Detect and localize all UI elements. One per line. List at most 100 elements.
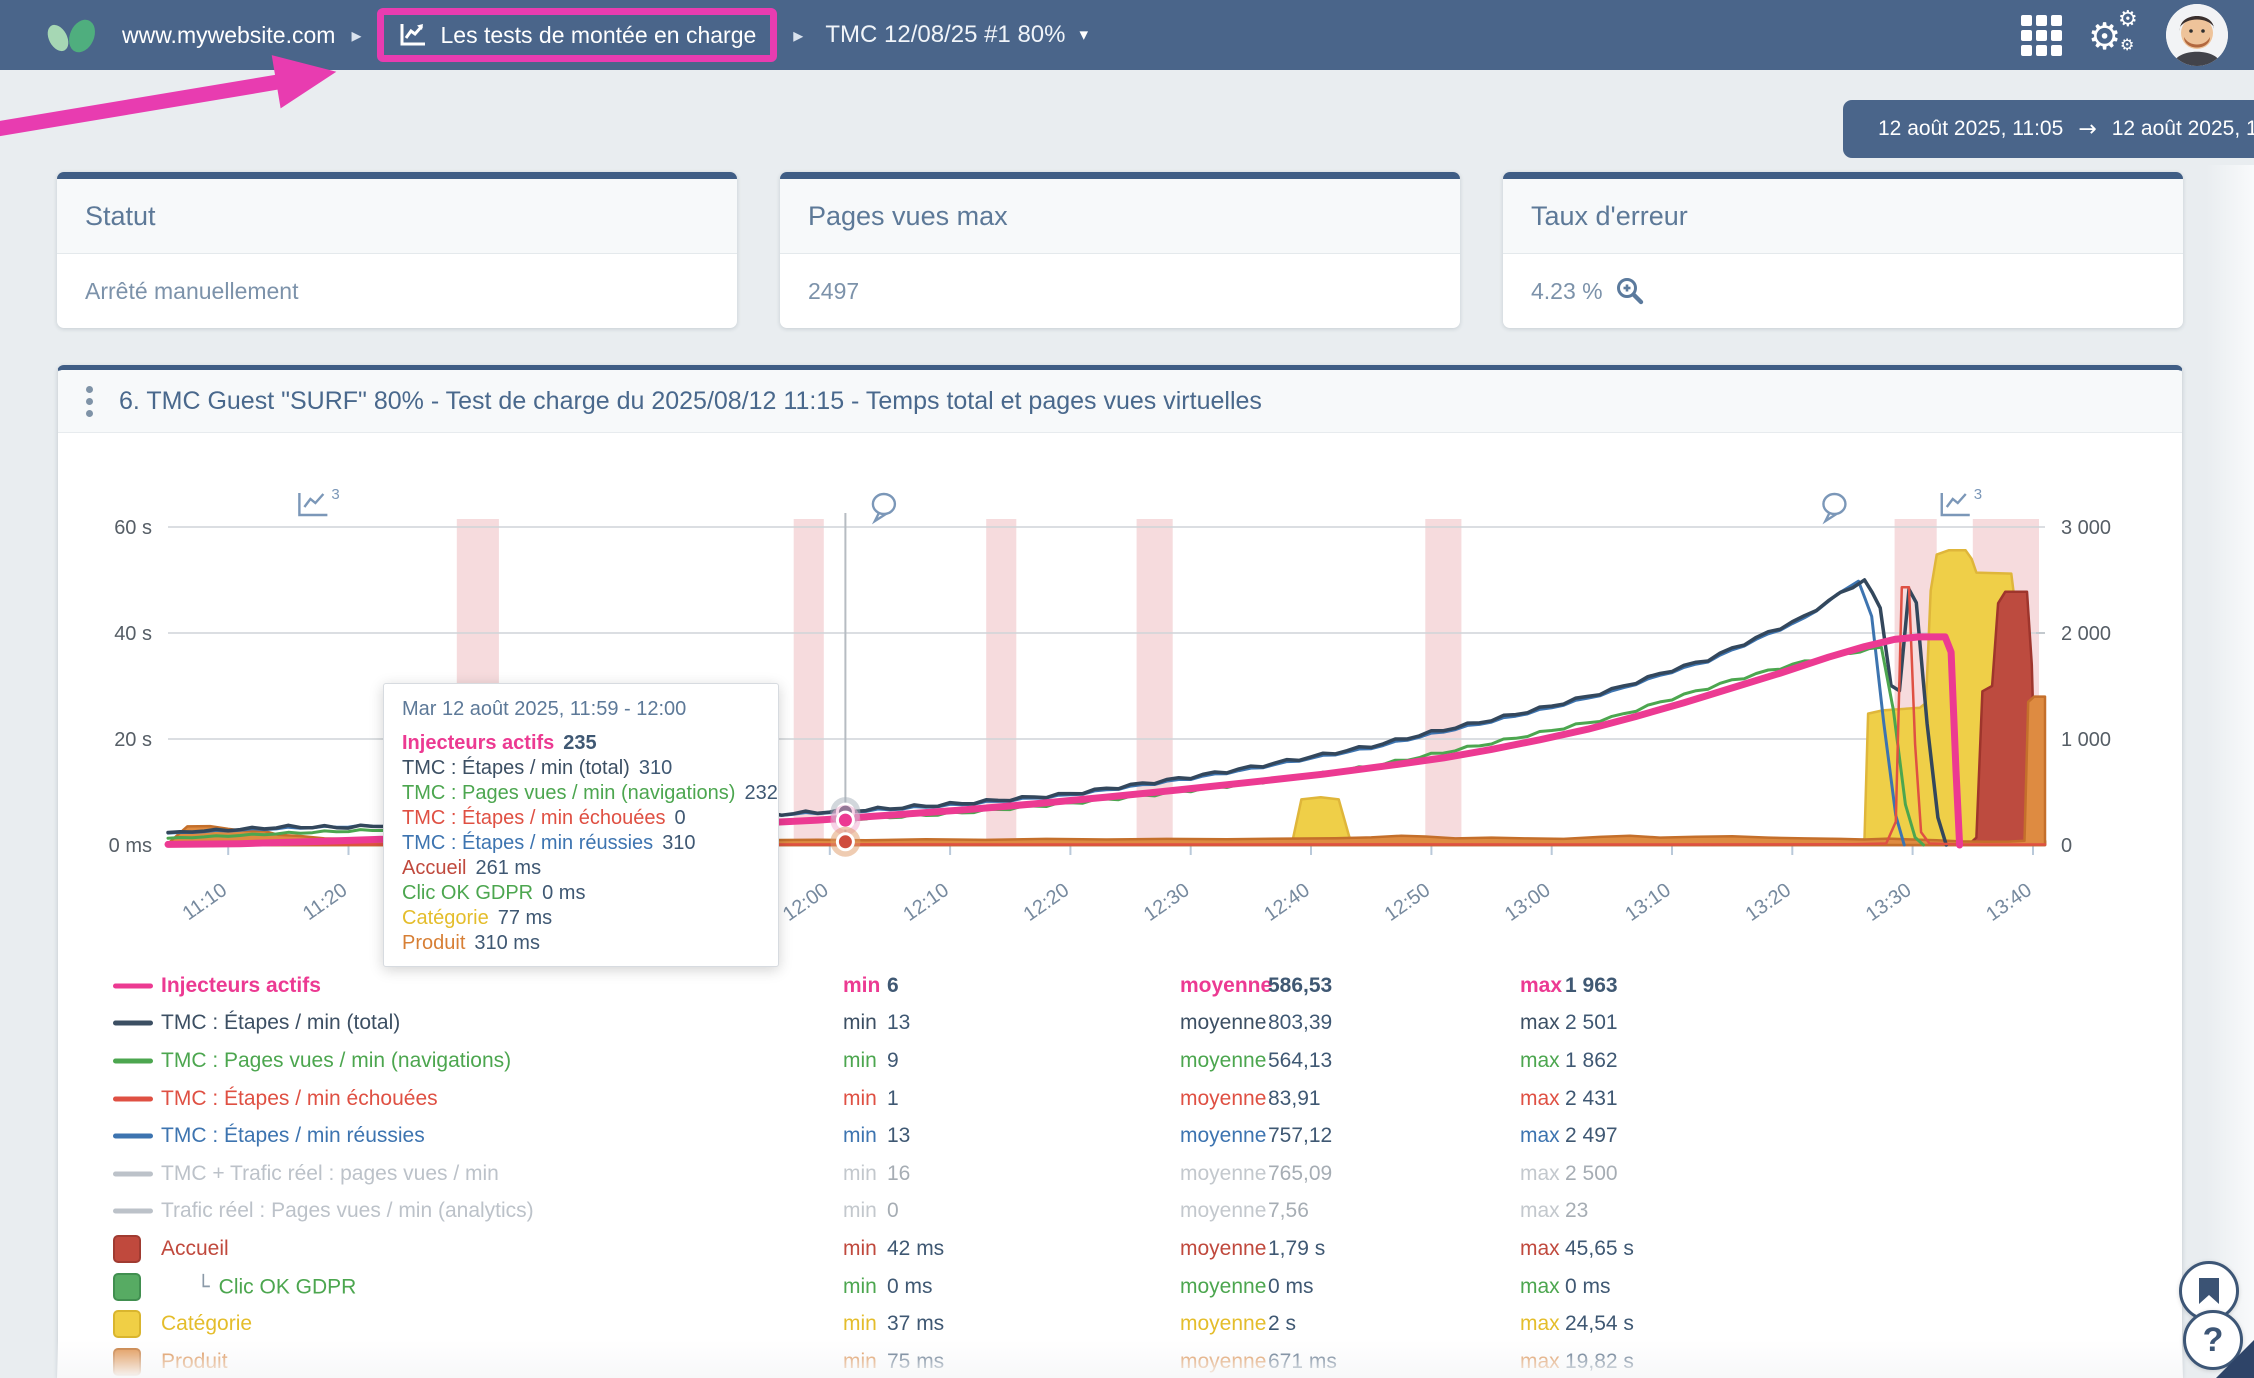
svg-text:13:10: 13:10 xyxy=(1621,879,1675,926)
legend-row[interactable]: Produitmin75 msmoyenne671 msmax19,82 s xyxy=(58,1343,2182,1378)
legend-stat-moyenne: moyenne803,39 xyxy=(1180,1011,1266,1035)
card-header: Taux d'erreur xyxy=(1503,179,2183,254)
tooltip-series-name: TMC : Étapes / min réussies xyxy=(402,832,653,854)
nav-item-label: Les tests de montée en charge xyxy=(440,22,756,49)
legend-row[interactable]: TMC + Trafic réel : pages vues / minmin1… xyxy=(58,1155,2182,1193)
legend-stat-min: min1 xyxy=(843,1087,877,1111)
test-selector-label: TMC 12/08/25 #1 80% xyxy=(825,21,1065,49)
tooltip-series-value: 261 ms xyxy=(475,857,541,879)
brand-logo-icon[interactable] xyxy=(42,10,112,60)
kebab-menu-icon[interactable] xyxy=(80,380,99,423)
legend-swatch-box xyxy=(113,1348,141,1376)
arrow-right-icon: → xyxy=(2078,117,2096,142)
tooltip-series-value: 310 xyxy=(662,832,695,854)
date-range-picker[interactable]: 12 août 2025, 11:05 → 12 août 2025, 13:4… xyxy=(1843,100,2254,158)
svg-text:12:40: 12:40 xyxy=(1260,879,1314,926)
tooltip-series-name: TMC : Pages vues / min (navigations) xyxy=(402,782,735,804)
legend-stat-moyenne: moyenne0 ms xyxy=(1180,1275,1266,1299)
card-body: 2497 xyxy=(780,254,1460,328)
zoom-in-icon[interactable] xyxy=(1615,276,1645,306)
chevron-down-icon: ▾ xyxy=(1079,25,1088,45)
settings-gears-icon[interactable]: ⚙⚙⚙ xyxy=(2088,9,2140,61)
tooltip-series-name: Injecteurs actifs xyxy=(402,732,554,754)
legend-stat-min: min13 xyxy=(843,1011,877,1035)
card-header: Statut xyxy=(57,179,737,254)
svg-text:20 s: 20 s xyxy=(114,729,152,751)
svg-text:1 000: 1 000 xyxy=(2061,729,2111,751)
card-body: Arrêté manuellement xyxy=(57,254,737,328)
legend-label: Catégorie xyxy=(161,1312,252,1336)
legend-stat-moyenne: moyenne765,09 xyxy=(1180,1162,1266,1186)
legend-stat-max: max1 862 xyxy=(1520,1049,1560,1073)
legend-row[interactable]: TMC : Pages vues / min (navigations) min9… xyxy=(58,1042,2182,1080)
legend-stat-min: min37 ms xyxy=(843,1312,877,1336)
user-avatar[interactable] xyxy=(2166,4,2228,66)
tooltip-row: Catégorie77 ms xyxy=(402,906,760,931)
tooltip-row: Accueil 261 ms xyxy=(402,856,760,881)
tooltip-series-name: TMC : Étapes / min échouées xyxy=(402,807,665,829)
svg-text:12:30: 12:30 xyxy=(1140,879,1194,926)
legend-row[interactable]: TMC : Étapes / min réussiesmin13moyenne7… xyxy=(58,1117,2182,1155)
svg-text:13:00: 13:00 xyxy=(1501,879,1555,926)
legend-stat-max: max23 xyxy=(1520,1199,1560,1223)
svg-text:3: 3 xyxy=(331,486,339,503)
breadcrumb-site[interactable]: www.mywebsite.com xyxy=(122,22,335,49)
legend-stat-max: max45,65 s xyxy=(1520,1237,1560,1261)
tooltip-row: TMC : Étapes / min réussies 310 xyxy=(402,831,760,856)
top-navbar: www.mywebsite.com ▸ Les tests de montée … xyxy=(0,0,2254,70)
chart-tooltip: Mar 12 août 2025, 11:59 - 12:00 Injecteu… xyxy=(383,683,779,967)
legend-label: TMC : Pages vues / min (navigations) xyxy=(161,1049,511,1073)
legend-stat-moyenne: moyenne564,13 xyxy=(1180,1049,1266,1073)
legend-stat-min: min6 xyxy=(843,974,880,998)
svg-text:11:20: 11:20 xyxy=(299,879,351,925)
legend-stat-max: max1 963 xyxy=(1520,974,1562,998)
legend-stat-min: min0 ms xyxy=(843,1275,877,1299)
test-selector-dropdown[interactable]: TMC 12/08/25 #1 80% ▾ xyxy=(825,21,1088,49)
legend-stat-min: min9 xyxy=(843,1049,877,1073)
legend-row[interactable]: Accueilmin42 msmoyenne1,79 smax45,65 s xyxy=(58,1230,2182,1268)
legend-swatch-line xyxy=(113,983,153,988)
annotation-chart-icon xyxy=(299,493,327,515)
annotation-comment-icon xyxy=(1823,494,1845,521)
legend-row[interactable]: TMC : Étapes / min (total)min13moyenne80… xyxy=(58,1005,2182,1043)
bookmark-icon xyxy=(2198,1277,2220,1305)
legend-stat-moyenne: moyenne7,56 xyxy=(1180,1199,1266,1223)
legend-swatch-line xyxy=(113,1021,153,1026)
corner-flap xyxy=(2216,1340,2254,1378)
chart-plot-area[interactable]: 0 ms20 s40 s60 s01 0002 0003 00011:1011:… xyxy=(58,485,2183,985)
card-title: Pages vues max xyxy=(808,201,1008,232)
legend-row[interactable]: Catégoriemin37 msmoyenne2 smax24,54 s xyxy=(58,1305,2182,1343)
legend-row[interactable]: └Clic OK GDPRmin0 msmoyenne0 msmax0 ms xyxy=(58,1268,2182,1306)
card-value: 4.23 % xyxy=(1531,278,1603,305)
legend-stat-max: max19,82 s xyxy=(1520,1350,1560,1374)
svg-text:3: 3 xyxy=(1974,486,1982,503)
legend-row[interactable]: Injecteurs actifsmin6moyenne586,53max1 9… xyxy=(58,967,2182,1005)
tree-branch-icon: └ xyxy=(197,1274,210,1298)
card-taux-erreur: Taux d'erreur 4.23 % xyxy=(1503,172,2183,328)
svg-text:13:40: 13:40 xyxy=(1982,879,2036,926)
apps-grid-icon[interactable] xyxy=(2021,15,2062,56)
tooltip-row: TMC : Pages vues / min (navigations)232 xyxy=(402,781,760,806)
legend-stat-min: min42 ms xyxy=(843,1237,877,1261)
legend-label: Accueil xyxy=(161,1237,229,1261)
nav-item-load-tests[interactable]: Les tests de montée en charge xyxy=(377,8,777,62)
legend-row[interactable]: Trafic réel : Pages vues / min (analytic… xyxy=(58,1193,2182,1231)
tooltip-series-name: TMC : Étapes / min (total) xyxy=(402,757,630,779)
card-value: 2497 xyxy=(808,278,859,305)
svg-text:40 s: 40 s xyxy=(114,623,152,645)
date-range-start: 12 août 2025, 11:05 xyxy=(1878,117,2063,141)
legend-stat-max: max0 ms xyxy=(1520,1275,1560,1299)
legend-stat-min: min75 ms xyxy=(843,1350,877,1374)
legend-stat-min: min13 xyxy=(843,1124,877,1148)
svg-text:12:50: 12:50 xyxy=(1381,879,1435,926)
timeseries-chart[interactable]: 0 ms20 s40 s60 s01 0002 0003 00011:1011:… xyxy=(58,485,2183,985)
svg-text:0 ms: 0 ms xyxy=(109,835,152,857)
tooltip-series-name: Produit xyxy=(402,932,465,954)
tooltip-series-value: 232 xyxy=(744,782,777,804)
tooltip-row: TMC : Étapes / min échouées0 xyxy=(402,806,760,831)
legend-label: Trafic réel : Pages vues / min (analytic… xyxy=(161,1199,534,1223)
legend-row[interactable]: TMC : Étapes / min échouéesmin1moyenne83… xyxy=(58,1080,2182,1118)
date-range-end: 12 août 2025, 13:41 xyxy=(2112,117,2254,141)
tooltip-series-name: Accueil xyxy=(402,857,466,879)
svg-text:3 000: 3 000 xyxy=(2061,517,2111,539)
